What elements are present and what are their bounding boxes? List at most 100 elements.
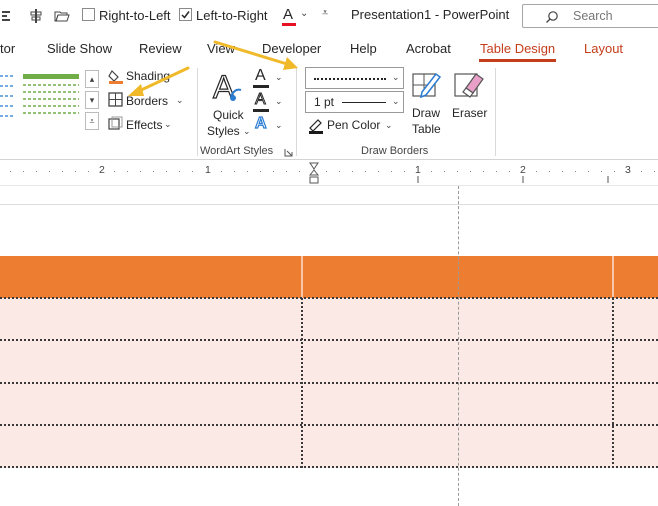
chevron-down-icon: ⌄ [164, 119, 172, 129]
header-cell-divider [301, 256, 303, 298]
left-to-right-checkbox[interactable] [179, 8, 192, 21]
paint-bucket-icon [108, 70, 123, 84]
chevron-down-icon: ⌄ [275, 96, 283, 106]
draw-table-label-line1: Draw [412, 106, 441, 120]
search-placeholder: Search [573, 9, 613, 23]
shading-label: Shading [126, 69, 171, 83]
pen-style-dropdown[interactable]: ⌄ [305, 67, 404, 89]
text-fill-letter: A [255, 67, 266, 84]
draw-table-button[interactable]: Draw Table [407, 68, 445, 138]
table-style-thumbnail-blue[interactable] [0, 70, 16, 122]
wordart-a-icon: A [212, 68, 242, 104]
eraser-icon [454, 73, 484, 98]
gallery-scroll-down[interactable]: ▾ [85, 91, 99, 109]
ruler-label: 3 [625, 164, 631, 176]
table-column-border [612, 298, 614, 468]
pen-color-button[interactable]: Pen Color ⌄ [305, 115, 404, 137]
effects-button[interactable]: Effects ⌄ [106, 114, 186, 134]
chevron-down-icon: ⌄ [275, 72, 283, 82]
eraser-button[interactable]: Eraser [448, 68, 488, 138]
pen-weight-line [342, 102, 386, 103]
wordart-styles-group-label: WordArt Styles [200, 145, 274, 157]
shading-button[interactable]: Shading [106, 67, 186, 87]
window-title: Presentation1 - PowerPoint [351, 7, 510, 22]
pen-style-dotted-line [314, 78, 386, 80]
table-style-thumbnail-green[interactable] [22, 70, 82, 122]
tab-help[interactable]: Help [350, 41, 377, 56]
ruler-label: 1 [205, 164, 211, 176]
font-color-button[interactable]: A [281, 5, 297, 27]
text-effects-button[interactable]: A ⌄ [253, 114, 283, 137]
folder-open-icon[interactable] [54, 8, 70, 24]
tab-table-design[interactable]: Table Design [480, 41, 555, 56]
right-to-left-checkbox[interactable] [82, 8, 95, 21]
chevron-down-icon: ⌄ [385, 120, 393, 130]
font-color-letter: A [283, 6, 294, 23]
borders-icon [108, 92, 123, 107]
borders-button[interactable]: Borders ⌄ [106, 90, 190, 110]
quick-styles-button[interactable]: A Quick Styles ⌄ [205, 68, 251, 138]
horizontal-ruler[interactable]: 2 1 1 2 3 [0, 160, 658, 186]
search-box[interactable]: Search [522, 4, 658, 28]
draw-borders-group-label: Draw Borders [361, 145, 429, 157]
borders-label: Borders [126, 94, 169, 108]
quick-styles-label-line1: Quick [213, 108, 244, 122]
chevron-down-icon: ⌄ [243, 126, 251, 136]
chevron-down-icon: ⌄ [176, 95, 184, 105]
align-left-icon[interactable] [0, 8, 16, 24]
tab-animations-partial[interactable]: tor [0, 41, 15, 56]
draw-table-label-line2: Table [412, 122, 441, 136]
text-outline-letter: A [255, 91, 267, 109]
text-fill-color-bar [253, 85, 269, 88]
header-cell-divider [612, 256, 614, 298]
ribbon-tabs: tor Slide Show Review View Developer Hel… [0, 32, 658, 62]
font-color-bar [282, 23, 296, 26]
tab-acrobat[interactable]: Acrobat [406, 41, 451, 56]
ribbon-panel: ▴ ▾ ⩡ Shading Borders ⌄ Effects ⌄ A Quic… [0, 62, 658, 160]
tab-developer[interactable]: Developer [262, 41, 321, 56]
chevron-down-icon: ⌄ [392, 96, 400, 106]
table-column-border [301, 298, 303, 468]
search-icon [546, 11, 558, 23]
pen-weight-value: 1 pt [314, 95, 335, 109]
table-header-row[interactable] [0, 256, 658, 298]
table-row-border [0, 382, 658, 384]
text-outline-button[interactable]: A ⌄ [253, 91, 283, 113]
align-center-icon[interactable] [28, 8, 44, 24]
pen-color-label: Pen Color [327, 118, 381, 132]
chevron-down-icon: ⌄ [392, 72, 400, 82]
slide-canvas[interactable] [0, 186, 658, 506]
pen-icon [309, 119, 323, 134]
smart-guide-line [458, 186, 459, 506]
tab-review[interactable]: Review [139, 41, 182, 56]
customize-qat-icon[interactable]: ⩡ [322, 7, 328, 20]
gallery-more[interactable]: ⩡ [85, 112, 99, 130]
chevron-down-icon[interactable]: ⌄ [300, 8, 308, 19]
text-fill-button[interactable]: A ⌄ [253, 67, 283, 89]
effects-icon [108, 116, 123, 130]
ruler-label: 2 [520, 164, 526, 176]
right-to-left-label: Right-to-Left [99, 8, 171, 23]
group-separator [296, 68, 297, 156]
left-to-right-label: Left-to-Right [196, 8, 268, 23]
slide-top-edge [0, 204, 658, 205]
dialog-launcher-icon[interactable] [284, 148, 293, 157]
table-row-border [0, 339, 658, 341]
eraser-label: Eraser [452, 106, 488, 120]
group-separator [495, 68, 496, 156]
effects-label: Effects [126, 118, 163, 132]
table-row-border [0, 297, 658, 299]
tab-slide-show[interactable]: Slide Show [47, 41, 112, 56]
ruler-label: 2 [99, 164, 105, 176]
gallery-scroll-up[interactable]: ▴ [85, 70, 99, 88]
chevron-down-icon: ⌄ [275, 120, 283, 130]
ruler-label: 1 [415, 164, 421, 176]
pen-weight-dropdown[interactable]: 1 pt ⌄ [305, 91, 404, 113]
tab-layout[interactable]: Layout [584, 41, 623, 56]
table-row-border [0, 424, 658, 426]
checkmark-icon [181, 11, 190, 19]
tab-view[interactable]: View [207, 41, 235, 56]
text-effects-letter: A [254, 114, 267, 132]
text-outline-color-bar [253, 109, 269, 112]
quick-styles-label-line2: Styles [207, 124, 240, 138]
